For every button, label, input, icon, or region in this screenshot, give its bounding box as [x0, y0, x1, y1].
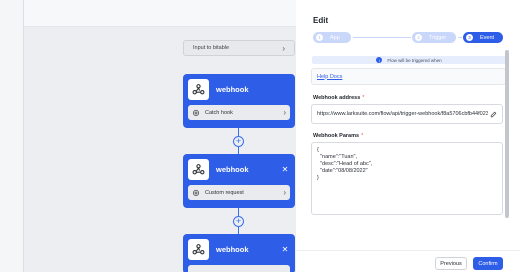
add-step-button[interactable]: +: [233, 136, 244, 147]
info-text: Flow will be triggered when: [387, 57, 442, 63]
step-label: Event: [480, 34, 495, 41]
webhook-icon: [188, 238, 209, 260]
previous-button[interactable]: Previous: [435, 257, 467, 270]
step-number: 2: [415, 34, 422, 41]
stepper: 1 App 2 Trigger 3 Event: [313, 32, 509, 44]
webhook-node-2[interactable]: webhook ✕ Custom request ›: [183, 154, 295, 208]
webhook-params-label-text: Webhook Params: [313, 133, 360, 139]
webhook-node-1[interactable]: webhook Catch hook ›: [183, 74, 295, 128]
webhook-icon: [188, 158, 209, 180]
webhook-params-label: Webhook Params *: [313, 133, 363, 139]
params-line: "desc":"Head of abc",: [317, 161, 373, 167]
webhook-node-title: webhook: [216, 244, 249, 254]
step-label: Trigger: [429, 34, 447, 41]
flow-canvas[interactable]: Input to bitable › webhook Catch hook › …: [0, 0, 296, 272]
help-docs-link[interactable]: Help Docs: [317, 74, 342, 80]
webhook-node-action-label: Catch hook: [205, 109, 233, 116]
input-node-label: Input to bitable: [193, 45, 230, 51]
confirm-button[interactable]: Confirm: [473, 257, 503, 270]
info-banner: i Flow will be triggered when: [312, 56, 506, 64]
info-icon: i: [376, 57, 383, 63]
connector-line: [238, 227, 239, 234]
edit-icon[interactable]: [490, 111, 497, 118]
webhook-icon: [188, 78, 209, 100]
webhook-node-action[interactable]: Catch hook ›: [188, 105, 290, 120]
gear-icon: [192, 189, 200, 196]
step-label: App: [330, 34, 340, 41]
webhook-address-label-text: Webhook address: [313, 95, 361, 101]
chevron-right-icon: ›: [283, 108, 286, 117]
params-line: "date":"08/08/2022": [317, 168, 368, 174]
step-number: 3: [466, 34, 473, 41]
input-node[interactable]: Input to bitable ›: [183, 40, 295, 56]
webhook-node-action[interactable]: Custom request ›: [188, 185, 290, 200]
params-line: {: [317, 147, 319, 153]
left-sidebar: [0, 0, 24, 272]
step-event[interactable]: 3 Event: [463, 32, 503, 43]
help-box: Help Docs: [311, 68, 506, 85]
connector-line: [238, 208, 239, 216]
panel-title: Edit: [313, 16, 329, 25]
connector-line: [238, 147, 239, 154]
webhook-params-field[interactable]: { "name":"Tuan", "desc":"Head of abc", "…: [311, 142, 503, 215]
gear-icon: [192, 109, 200, 116]
step-connector: [458, 37, 462, 38]
edit-panel: Edit 1 App 2 Trigger 3 Event i Flow will…: [296, 0, 520, 272]
connector-line: [238, 128, 239, 136]
params-line: "name":"Tuan",: [317, 154, 358, 160]
webhook-node-title: webhook: [216, 164, 249, 174]
step-number: 1: [316, 34, 323, 41]
chevron-right-icon: ›: [283, 188, 286, 197]
close-icon[interactable]: ✕: [280, 165, 290, 174]
webhook-node-title: webhook: [216, 84, 249, 94]
canvas-toolbar: [0, 0, 296, 27]
webhook-node-3[interactable]: webhook ✕: [183, 234, 295, 272]
close-icon[interactable]: ✕: [280, 245, 290, 254]
panel-scrollbar[interactable]: [505, 50, 509, 218]
step-app[interactable]: 1 App: [313, 32, 351, 43]
chevron-right-icon: ›: [282, 43, 285, 53]
params-line: }: [317, 175, 319, 181]
step-connector: [353, 37, 411, 38]
webhook-address-value[interactable]: https://www.larksuite.com/flow/api/trigg…: [317, 111, 488, 117]
webhook-address-label: Webhook address *: [313, 95, 364, 101]
webhook-node-action-label: Custom request: [205, 189, 244, 196]
required-mark: *: [362, 95, 365, 101]
webhook-address-field[interactable]: https://www.larksuite.com/flow/api/trigg…: [311, 104, 503, 124]
required-mark: *: [361, 133, 364, 139]
step-trigger[interactable]: 2 Trigger: [412, 32, 456, 43]
add-step-button[interactable]: +: [233, 216, 244, 227]
webhook-node-action[interactable]: [188, 265, 290, 272]
